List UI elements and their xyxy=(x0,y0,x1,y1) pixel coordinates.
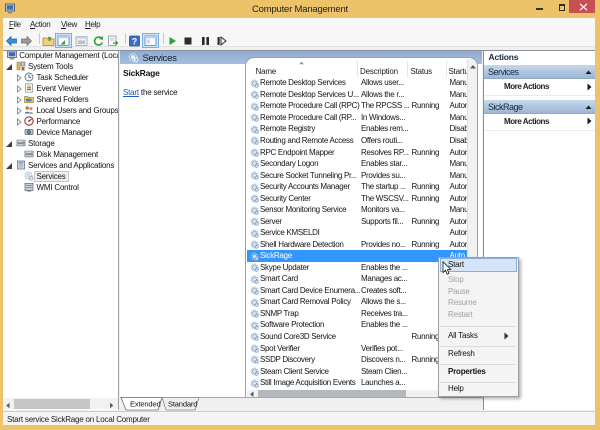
svg-text:?: ? xyxy=(132,36,138,46)
svg-text:Extended: Extended xyxy=(130,400,161,409)
svg-text:Standard: Standard xyxy=(168,400,197,409)
